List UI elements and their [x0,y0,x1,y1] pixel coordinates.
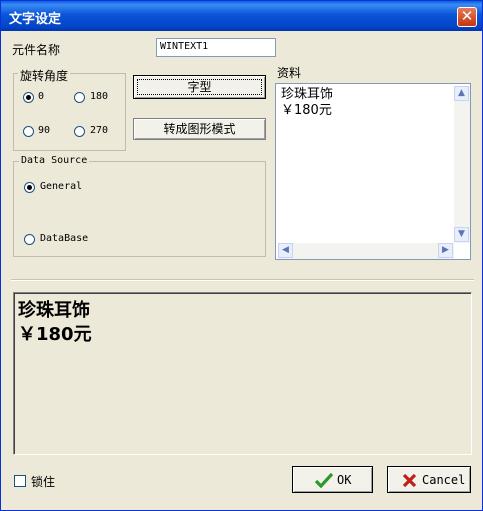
rotation-90-label: 90 [38,125,51,136]
horizontal-scrollbar[interactable]: ◀ ▶ [278,243,454,259]
cancel-x-icon [402,473,417,488]
component-name-input[interactable]: WINTEXT1 [156,38,276,57]
data-textarea[interactable]: 珍珠耳饰 ￥180元 ▲ ▼ ◀ ▶ [275,83,471,260]
component-name-label: 元件名称 [12,43,61,57]
scroll-left-icon[interactable]: ◀ [278,243,293,258]
scroll-right-icon[interactable]: ▶ [438,243,453,258]
database-label: DataBase [40,233,89,244]
separator [11,279,474,281]
rotation-0-label: 0 [38,91,45,102]
check-icon [315,472,333,488]
scroll-up-icon[interactable]: ▲ [454,86,469,101]
convert-graphic-button[interactable]: 转成图形模式 [133,118,266,140]
cancel-button[interactable]: Cancel [387,466,471,493]
ok-button[interactable]: OK [292,466,373,493]
rotation-270-label: 270 [90,125,109,136]
general-label: General [40,181,83,192]
lock-checkbox[interactable] [14,475,26,487]
rotation-90-radio[interactable] [23,126,34,137]
text-preview: 珍珠耳饰 ￥180元 [13,292,472,455]
rotation-180-label: 180 [90,91,109,102]
rotation-180-radio[interactable] [74,92,85,103]
rotation-group-title: 旋转角度 [18,67,71,84]
preview-line-2: ￥180元 [18,324,92,345]
vertical-scrollbar[interactable]: ▲ ▼ [454,86,470,243]
dialog-window: 文字设定 ✕ 元件名称 WINTEXT1 旋转角度 0 180 90 270 字… [0,0,483,511]
close-button[interactable]: ✕ [457,7,477,27]
data-text: 珍珠耳饰 ￥180元 [281,87,333,119]
rotation-group [13,73,126,151]
general-radio[interactable] [24,182,35,193]
preview-line-1: 珍珠耳饰 [18,300,90,321]
data-line-2: ￥180元 [281,103,332,118]
rotation-270-radio[interactable] [74,126,85,137]
close-icon: ✕ [460,7,474,25]
focus-rect [137,79,262,95]
data-line-1: 珍珠耳饰 [281,87,334,102]
database-radio[interactable] [24,234,35,245]
title-bar: 文字设定 ✕ [1,1,482,31]
data-label: 资料 [277,66,302,80]
window-title: 文字设定 [9,12,62,27]
scroll-down-icon[interactable]: ▼ [454,227,469,242]
rotation-0-radio[interactable] [23,92,34,103]
font-button[interactable]: 字型 [133,75,266,99]
lock-label: 锁住 [31,475,56,489]
data-source-group-title: Data Source [19,155,90,166]
